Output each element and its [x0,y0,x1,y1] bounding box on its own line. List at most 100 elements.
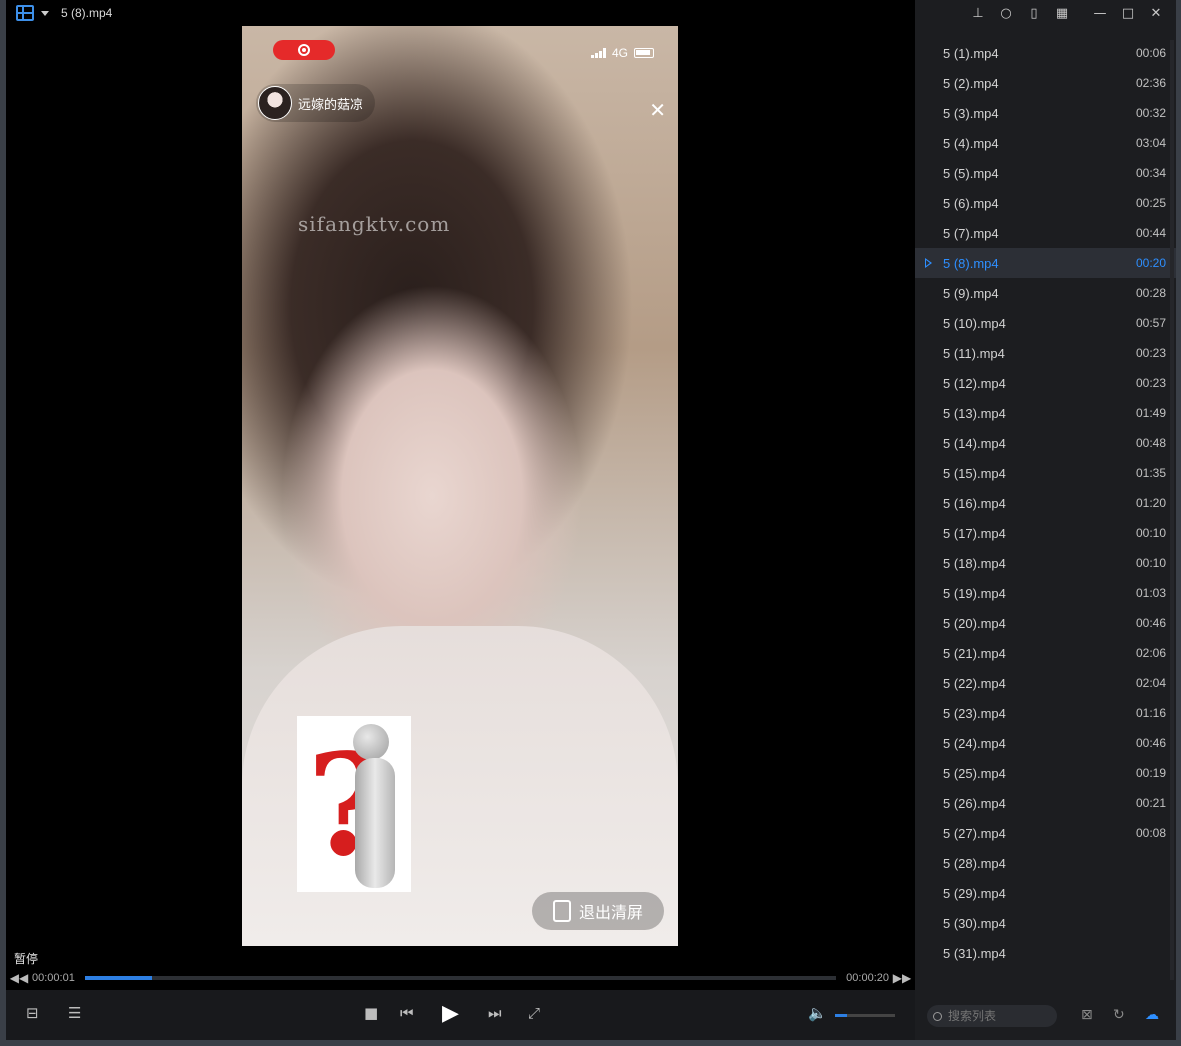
volume-level [835,1014,847,1017]
now-playing-icon [925,258,932,268]
playlist-item[interactable]: 5 (16).mp4 01:20 [915,488,1176,518]
playlist-item[interactable]: 5 (14).mp4 00:48 [915,428,1176,458]
playlist-item-duration: 00:57 [1135,316,1166,330]
playlist-item[interactable]: 5 (23).mp4 01:16 [915,698,1176,728]
minimize-icon[interactable]: — [1086,6,1114,21]
playlist-item[interactable]: 5 (20).mp4 00:46 [915,608,1176,638]
toolbox-icon[interactable]: ⊟ [26,1004,39,1022]
playlist-item-duration: 02:06 [1135,646,1166,660]
playlist-item[interactable]: 5 (25).mp4 00:19 [915,758,1176,788]
seek-progress [84,976,153,980]
playlist-item-name: 5 (3).mp4 [943,105,999,121]
playlist-item[interactable]: 5 (8).mp4 00:20 [915,248,1176,278]
playlist-item[interactable]: 5 (21).mp4 02:06 [915,638,1176,668]
playlist-item-name: 5 (24).mp4 [943,735,1006,751]
playlist-item[interactable]: 5 (31).mp4 [915,938,1176,968]
total-time: 00:00:20 [846,972,889,984]
playlist-item-duration: 00:48 [1135,436,1166,450]
playlist-item-name: 5 (5).mp4 [943,165,999,181]
playlist-item-name: 5 (28).mp4 [943,855,1006,871]
window-icon[interactable]: ▯ [1020,6,1048,21]
phone-status-bar: 4G [590,46,654,60]
playlist-item-duration: 00:28 [1135,286,1166,300]
maximize-icon[interactable]: □ [1114,6,1142,21]
playlist-item[interactable]: 5 (27).mp4 00:08 [915,818,1176,848]
playlist-search[interactable] [927,1005,1057,1027]
playlist-item-name: 5 (19).mp4 [943,585,1006,601]
playlist-footer: ⊠ ↻ ☁ [915,996,1176,1036]
video-area[interactable]: 4G 远嫁的菇凉 ✕ sifangktv.com ? 退出清屏 [6,26,915,946]
playlist-item[interactable]: 5 (2).mp4 02:36 [915,68,1176,98]
settings-sliders-icon[interactable]: ☰ [68,1004,81,1022]
search-icon [933,1011,942,1021]
playlist-item[interactable]: 5 (12).mp4 00:23 [915,368,1176,398]
playlist-item[interactable]: 5 (19).mp4 01:03 [915,578,1176,608]
playlist-scrollbar[interactable] [1170,40,1174,980]
username: 远嫁的菇凉 [298,97,364,113]
app-menu-icon[interactable] [16,5,34,21]
bulb-icon[interactable]: ○ [992,6,1020,21]
playlist-item[interactable]: 5 (30).mp4 [915,908,1176,938]
playlist-item-name: 5 (17).mp4 [943,525,1006,541]
playlist-item[interactable]: 5 (7).mp4 00:44 [915,218,1176,248]
playlist-item[interactable]: 5 (9).mp4 00:28 [915,278,1176,308]
volume-icon[interactable]: 🔈 [808,1004,827,1022]
user-chip: 远嫁的菇凉 [256,84,376,122]
fullscreen-icon[interactable]: ⤢ [528,1004,540,1022]
titlebar: 5 (8).mp4 [6,0,915,26]
current-time: 00:00:01 [32,972,75,984]
playlist-item[interactable]: 5 (17).mp4 00:10 [915,518,1176,548]
cloud-icon[interactable]: ☁ [1145,1007,1159,1023]
playlist-item[interactable]: 5 (6).mp4 00:25 [915,188,1176,218]
playlist-item-duration: 00:21 [1135,796,1166,810]
playlist-item-duration: 02:04 [1135,676,1166,690]
playlist-item[interactable]: 5 (11).mp4 00:23 [915,338,1176,368]
playlist-item[interactable]: 5 (28).mp4 [915,848,1176,878]
grid-icon[interactable]: ▦ [1048,6,1076,21]
window-title: 5 (8).mp4 [61,6,113,20]
playlist-item-name: 5 (1).mp4 [943,45,999,61]
playlist-item[interactable]: 5 (26).mp4 00:21 [915,788,1176,818]
playlist-item-duration: 00:20 [1135,256,1166,270]
playlist-item[interactable]: 5 (5).mp4 00:34 [915,158,1176,188]
remove-file-icon[interactable]: ⊠ [1081,1007,1093,1023]
playlist-item-duration: 01:49 [1135,406,1166,420]
clear-screen-label: 退出清屏 [578,903,643,922]
playlist-item[interactable]: 5 (29).mp4 [915,878,1176,908]
previous-icon[interactable]: ⏮ [400,1004,414,1022]
seek-bar[interactable] [84,976,837,980]
search-input[interactable] [948,1009,1048,1023]
playlist-item[interactable]: 5 (10).mp4 00:57 [915,308,1176,338]
volume-slider[interactable] [835,1014,895,1017]
playlist-item-duration: 01:20 [1135,496,1166,510]
playlist-item-duration: 00:10 [1135,556,1166,570]
stop-icon[interactable]: ■ [364,1004,378,1022]
question-figure-sticker: ? [297,716,411,892]
playlist-item[interactable]: 5 (4).mp4 03:04 [915,128,1176,158]
close-icon[interactable]: ✕ [1142,6,1170,21]
loop-icon[interactable]: ↻ [1113,1007,1125,1023]
playlist-item[interactable]: 5 (3).mp4 00:32 [915,98,1176,128]
rewind-icon[interactable]: ◀◀ [6,971,32,985]
playlist-item[interactable]: 5 (18).mp4 00:10 [915,548,1176,578]
playlist-item[interactable]: 5 (22).mp4 02:04 [915,668,1176,698]
next-icon[interactable]: ⏭ [488,1004,502,1022]
playlist-item-duration: 00:19 [1135,766,1166,780]
playlist-item-duration: 00:23 [1135,346,1166,360]
seekbar-row: ◀◀ 00:00:01 00:00:20 ▶▶ [6,966,915,990]
playlist-panel: ⊥ ○ ▯ ▦ — □ ✕ 5 (1).mp4 00:06 5 (2).mp4 02:… [915,0,1176,1040]
playlist-item-duration: 00:10 [1135,526,1166,540]
playlist-item[interactable]: 5 (1).mp4 00:06 [915,38,1176,68]
playlist-item[interactable]: 5 (24).mp4 00:46 [915,728,1176,758]
pin-icon[interactable]: ⊥ [964,6,992,21]
video-frame[interactable]: 4G 远嫁的菇凉 ✕ sifangktv.com ? 退出清屏 [242,26,678,946]
playlist-item[interactable]: 5 (15).mp4 01:35 [915,458,1176,488]
playlist-item-name: 5 (18).mp4 [943,555,1006,571]
playlist-item-duration: 03:04 [1135,136,1166,150]
fast-forward-icon[interactable]: ▶▶ [889,971,915,985]
playlist-item-name: 5 (21).mp4 [943,645,1006,661]
play-icon[interactable]: ▶ [442,1001,459,1026]
playlist-item-duration: 00:23 [1135,376,1166,390]
menu-dropdown-icon[interactable] [41,10,49,16]
playlist-item[interactable]: 5 (13).mp4 01:49 [915,398,1176,428]
